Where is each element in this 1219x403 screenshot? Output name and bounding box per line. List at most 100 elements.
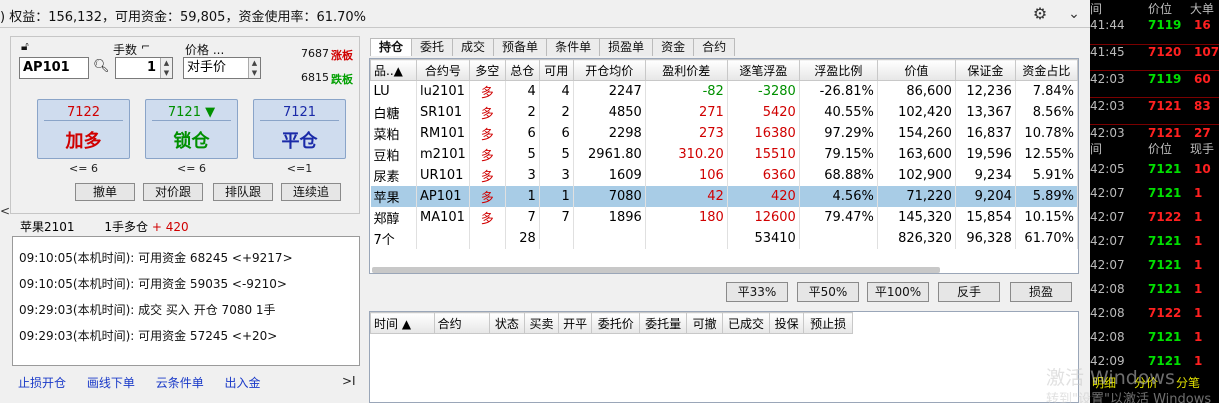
price-select[interactable]: 对手价 ▲ ▼ <box>183 57 261 79</box>
horizontal-scrollbar[interactable] <box>372 267 940 273</box>
limit-down-label: 跌板 <box>331 73 353 86</box>
tab-trades[interactable]: 成交 <box>452 38 495 56</box>
col-name[interactable]: 品..▲ <box>369 59 418 81</box>
cell-dir: 多 <box>469 101 506 123</box>
cell-float: 12600 <box>727 206 800 228</box>
funds-transfer-link[interactable]: 出入金 <box>225 376 261 390</box>
table-row[interactable]: 苹果 AP101 多 1 1 7080 42 420 4.56% 71,220 9,204 5.89% <box>370 185 1079 207</box>
cell-total: 3 <box>505 164 540 186</box>
cell-ratio: 97.29% <box>799 122 878 144</box>
col-pre-stop[interactable]: 预止损 <box>802 312 854 334</box>
contract-input[interactable]: AP101 <box>19 57 89 79</box>
gear-icon[interactable]: ⚙ <box>1030 4 1050 24</box>
tick-volume: 1 <box>1194 234 1203 248</box>
close-position-price: 7121 <box>260 105 339 121</box>
col-time[interactable]: 时间 ▲ <box>370 312 435 334</box>
col-contract[interactable]: 合约号 <box>416 59 470 81</box>
stop-loss-open-link[interactable]: 止损开仓 <box>18 376 66 390</box>
col-hedge[interactable]: 投保 <box>769 312 804 334</box>
cell-contract: RM101 <box>416 122 470 144</box>
qty-preset-icon[interactable]: ⌐ <box>141 40 150 53</box>
cell-name: 郑醇 <box>370 206 418 228</box>
chevron-down-icon[interactable]: ⌄ <box>1064 4 1084 24</box>
cloud-conditional-link[interactable]: 云条件单 <box>156 376 204 390</box>
search-icon[interactable]: 🔍︎ <box>93 59 110 74</box>
tick-separator <box>1090 124 1219 125</box>
tick-separator <box>1090 97 1219 98</box>
close-50-button[interactable]: 平50% <box>797 282 859 302</box>
col-order-contract[interactable]: 合约 <box>433 312 490 334</box>
positions-table: 品..▲ 合约号 多空 总仓 可用 开仓均价 盈利价差 逐笔浮盈 浮盈比例 价值… <box>369 58 1079 274</box>
col-filled[interactable]: 已成交 <box>721 312 771 334</box>
cell-name: 白糖 <box>370 101 418 123</box>
cell-float: 15510 <box>727 143 800 165</box>
col-fund-share[interactable]: 资金占比 <box>1014 59 1079 81</box>
cell-value: 102,420 <box>877 101 956 123</box>
tick-price: 7121 <box>1148 126 1182 140</box>
col-order-price[interactable]: 委托价 <box>591 312 640 334</box>
col-buy-sell[interactable]: 买卖 <box>524 312 559 334</box>
table-row[interactable]: 郑醇 MA101 多 7 7 1896 180 12600 79.47% 145,320 15,85… <box>370 206 1079 228</box>
qty-spin-icon[interactable]: ▲ ▼ <box>160 58 172 78</box>
lock-icon[interactable]: 🔓︎ <box>21 39 29 54</box>
table-row[interactable]: 菜粕 RM101 多 6 6 2298 273 16380 97.29% 154,260 16,83… <box>370 122 1079 144</box>
close-position-button[interactable]: 7121 平仓 <box>253 99 346 159</box>
limit-down-price: 6815 <box>301 71 329 84</box>
cell-total: 5 <box>505 143 540 165</box>
col-open-close[interactable]: 开平 <box>557 312 593 334</box>
price-spin-icon[interactable]: ▲ ▼ <box>248 58 260 78</box>
quick-links: 止损开仓 画线下单 云条件单 出入金 >I <box>18 374 356 391</box>
col-margin[interactable]: 保证金 <box>954 59 1016 81</box>
lock-position-button[interactable]: 7121 ▼ 锁仓 <box>145 99 238 159</box>
cell-margin: 13,367 <box>955 101 1016 123</box>
cell-share: 12.55% <box>1015 143 1079 165</box>
cancel-order-button[interactable]: 撤单 <box>75 183 135 201</box>
tab-stop-profit[interactable]: 损盈单 <box>599 38 654 56</box>
counter-price-follow-button[interactable]: 对价跟 <box>143 183 203 201</box>
close-33-button[interactable]: 平33% <box>726 282 788 302</box>
col-available[interactable]: 可用 <box>538 59 574 81</box>
qty-stepper[interactable]: 1 ▲ ▼ <box>115 57 173 79</box>
tab-conditional[interactable]: 条件单 <box>546 38 601 56</box>
col-status[interactable]: 状态 <box>488 312 526 334</box>
tab-contracts[interactable]: 合约 <box>693 38 736 56</box>
cell-ratio: 79.47% <box>799 206 878 228</box>
continuous-chase-button[interactable]: 连续追 <box>281 183 341 201</box>
tab-prepared[interactable]: 预备单 <box>493 38 548 56</box>
col-order-qty[interactable]: 委托量 <box>638 312 688 334</box>
col-profit-diff[interactable]: 盈利价差 <box>644 59 728 81</box>
col-open-avg[interactable]: 开仓均价 <box>572 59 646 81</box>
expand-panel-icon[interactable]: >I <box>342 374 356 388</box>
cell-share: 8.56% <box>1015 101 1079 123</box>
tick-time: 42:08 <box>1090 330 1125 344</box>
add-long-button[interactable]: 7122 加多 <box>37 99 130 159</box>
table-row[interactable]: LU lu2101 多 4 4 2247 -82 -3280 -26.81% 86,600 12,2… <box>370 80 1079 102</box>
col-total[interactable]: 总仓 <box>504 59 540 81</box>
col-float-ratio[interactable]: 浮盈比例 <box>798 59 878 81</box>
cell-avail: 1 <box>539 185 574 207</box>
stop-profit-button[interactable]: 损盈 <box>1010 282 1072 302</box>
cell-dir: 多 <box>469 206 506 228</box>
tick-time: 42:03 <box>1090 72 1125 86</box>
cell-diff: -82 <box>645 80 728 102</box>
cell-dir: 多 <box>469 185 506 207</box>
tab-positions[interactable]: 持仓 <box>370 38 413 56</box>
queue-follow-button[interactable]: 排队跟 <box>213 183 273 201</box>
tab-funds[interactable]: 资金 <box>652 38 695 56</box>
tab-orders[interactable]: 委托 <box>411 38 454 56</box>
col-cancelable[interactable]: 可撤 <box>686 312 723 334</box>
line-order-link[interactable]: 画线下单 <box>87 376 135 390</box>
tick-volume: 1 <box>1194 330 1203 344</box>
col-value[interactable]: 价值 <box>876 59 956 81</box>
table-row[interactable]: 白糖 SR101 多 2 2 4850 271 5420 40.55% 102,420 13,367… <box>370 101 1079 123</box>
col-float-pl[interactable]: 逐笔浮盈 <box>726 59 800 81</box>
limit-up-label: 涨板 <box>331 49 353 62</box>
table-row[interactable]: 豆粕 m2101 多 5 5 2961.80 310.20 15510 79.15% 163,60… <box>370 143 1079 165</box>
collapse-left-icon[interactable]: < <box>0 204 10 218</box>
close-100-button[interactable]: 平100% <box>867 282 929 302</box>
cell-avail: 6 <box>539 122 574 144</box>
table-row[interactable]: 尿素 UR101 多 3 3 1609 106 6360 68.88% 102,900 9,234 5… <box>370 164 1079 186</box>
cell-contract: UR101 <box>416 164 470 186</box>
col-direction[interactable]: 多空 <box>468 59 506 81</box>
reverse-button[interactable]: 反手 <box>938 282 1000 302</box>
